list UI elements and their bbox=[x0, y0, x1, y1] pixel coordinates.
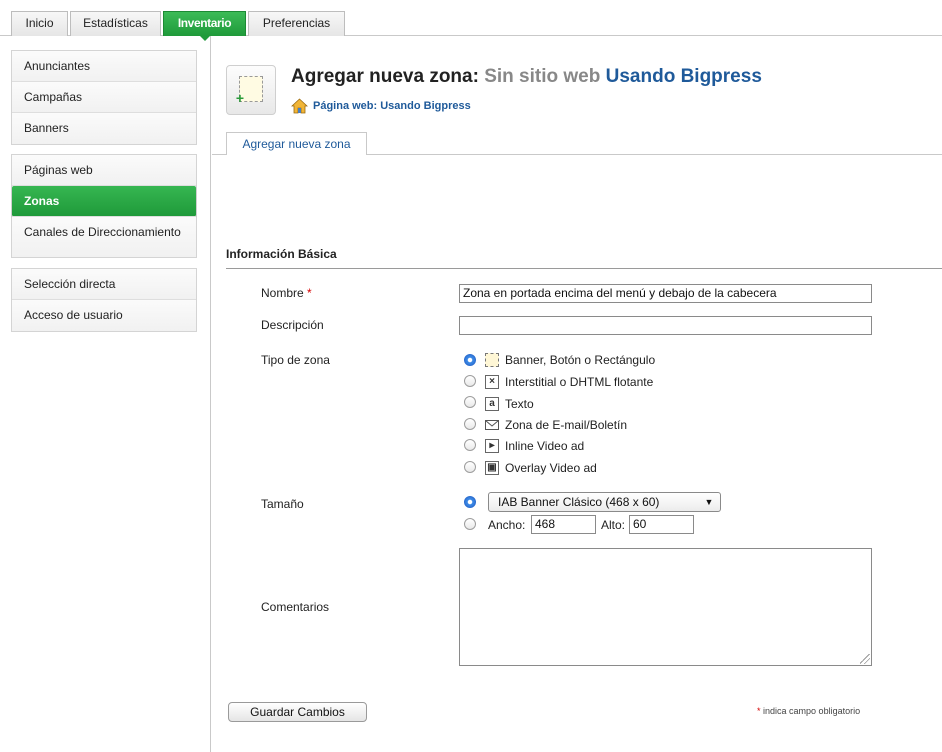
radio-tamano-preset[interactable] bbox=[464, 496, 476, 508]
sidebar: Anunciantes Campañas Banners Páginas web… bbox=[0, 36, 211, 752]
radio-interstitial[interactable] bbox=[464, 375, 476, 387]
sidebar-item-zonas[interactable]: Zonas bbox=[12, 186, 196, 217]
overlay-video-icon: ▣ bbox=[485, 461, 499, 475]
section-divider bbox=[226, 268, 942, 269]
zone-type-text-label: Texto bbox=[505, 397, 534, 411]
descripcion-label: Descripción bbox=[261, 318, 324, 332]
resize-grip-icon[interactable] bbox=[860, 654, 870, 664]
ancho-label: Ancho: bbox=[488, 518, 526, 532]
home-icon bbox=[291, 98, 308, 114]
sidebar-group-access: Selección directa Acceso de usuario bbox=[11, 268, 197, 332]
required-note: * indica campo obligatorio bbox=[757, 706, 861, 716]
zone-type-interstitial-label: Interstitial o DHTML flotante bbox=[505, 375, 654, 389]
interstitial-icon: × bbox=[485, 375, 499, 389]
sidebar-group-sites: Páginas web Zonas Canales de Direccionam… bbox=[11, 154, 197, 258]
radio-tamano-custom[interactable] bbox=[464, 518, 476, 530]
sidebar-item-paginas-web[interactable]: Páginas web bbox=[12, 155, 196, 186]
banner-icon bbox=[485, 353, 499, 367]
radio-overlay-video[interactable] bbox=[464, 461, 476, 473]
text-icon: a bbox=[485, 397, 499, 411]
sidebar-item-campanas[interactable]: Campañas bbox=[12, 82, 196, 113]
ancho-input[interactable]: 468 bbox=[531, 515, 596, 534]
sidebar-item-banners[interactable]: Banners bbox=[12, 113, 196, 144]
website-link[interactable]: Página web: Usando Bigpress bbox=[291, 97, 471, 115]
video-icon: ▸ bbox=[485, 439, 499, 453]
radio-email[interactable] bbox=[464, 418, 476, 430]
tab-agregar-nueva-zona[interactable]: Agregar nueva zona bbox=[226, 132, 367, 155]
sidebar-item-acceso-usuario[interactable]: Acceso de usuario bbox=[12, 300, 196, 331]
alto-label: Alto: bbox=[601, 518, 626, 532]
descripcion-input[interactable] bbox=[459, 316, 872, 335]
tab-inicio[interactable]: Inicio bbox=[11, 11, 68, 36]
zone-type-banner-label: Banner, Botón o Rectángulo bbox=[505, 353, 656, 367]
sidebar-group-ads: Anunciantes Campañas Banners bbox=[11, 50, 197, 145]
tamano-label: Tamaño bbox=[261, 497, 304, 511]
nombre-input[interactable]: Zona en portada encima del menú y debajo… bbox=[459, 284, 872, 303]
sidebar-item-canales[interactable]: Canales de Direccionamiento bbox=[12, 217, 196, 257]
page-title: Agregar nueva zona: Sin sitio web Usando… bbox=[291, 66, 762, 87]
radio-texto[interactable] bbox=[464, 396, 476, 408]
sidebar-item-seleccion-directa[interactable]: Selección directa bbox=[12, 269, 196, 300]
comentarios-label: Comentarios bbox=[261, 600, 330, 614]
email-icon bbox=[485, 418, 499, 432]
chevron-down-icon: ▼ bbox=[704, 497, 714, 507]
tab-preferencias[interactable]: Preferencias bbox=[248, 11, 345, 36]
nombre-label: Nombre * bbox=[261, 286, 312, 300]
comentarios-textarea[interactable] bbox=[459, 548, 872, 666]
sidebar-item-anunciantes[interactable]: Anunciantes bbox=[12, 51, 196, 82]
tab-estadisticas[interactable]: Estadísticas bbox=[70, 11, 161, 36]
alto-input[interactable]: 60 bbox=[629, 515, 694, 534]
zone-type-overlay-video-label: Overlay Video ad bbox=[505, 461, 597, 475]
save-button[interactable]: Guardar Cambios bbox=[228, 702, 367, 722]
radio-inline-video[interactable] bbox=[464, 439, 476, 451]
size-select[interactable]: IAB Banner Clásico (468 x 60) ▼ bbox=[488, 492, 721, 512]
section-title: Información Básica bbox=[226, 247, 337, 261]
tipo-zona-label: Tipo de zona bbox=[261, 353, 330, 367]
tab-inventario[interactable]: Inventario bbox=[163, 11, 246, 41]
zone-type-email-label: Zona de E-mail/Boletín bbox=[505, 418, 628, 432]
zone-type-inline-video-label: Inline Video ad bbox=[505, 439, 585, 453]
radio-banner[interactable] bbox=[464, 354, 476, 366]
top-navigation: Inicio Estadísticas Inventario Preferenc… bbox=[0, 0, 942, 41]
add-zone-icon: + bbox=[226, 65, 276, 115]
